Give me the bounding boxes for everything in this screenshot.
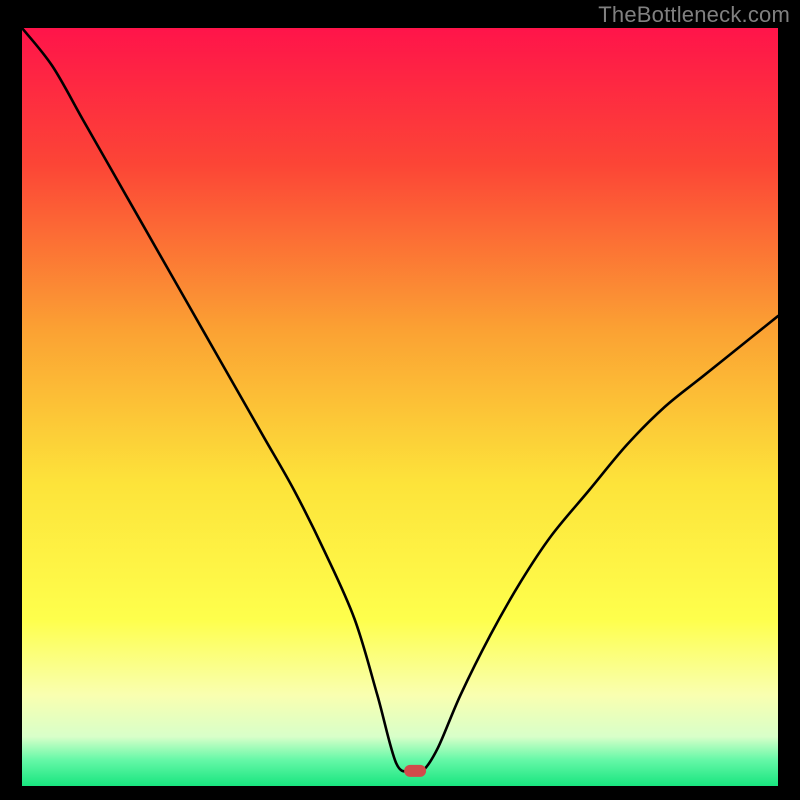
bottleneck-chart-svg xyxy=(22,28,778,786)
optimum-marker xyxy=(404,765,426,777)
chart-frame: TheBottleneck.com xyxy=(0,0,800,800)
plot-area xyxy=(22,28,778,786)
watermark-text: TheBottleneck.com xyxy=(598,2,790,28)
